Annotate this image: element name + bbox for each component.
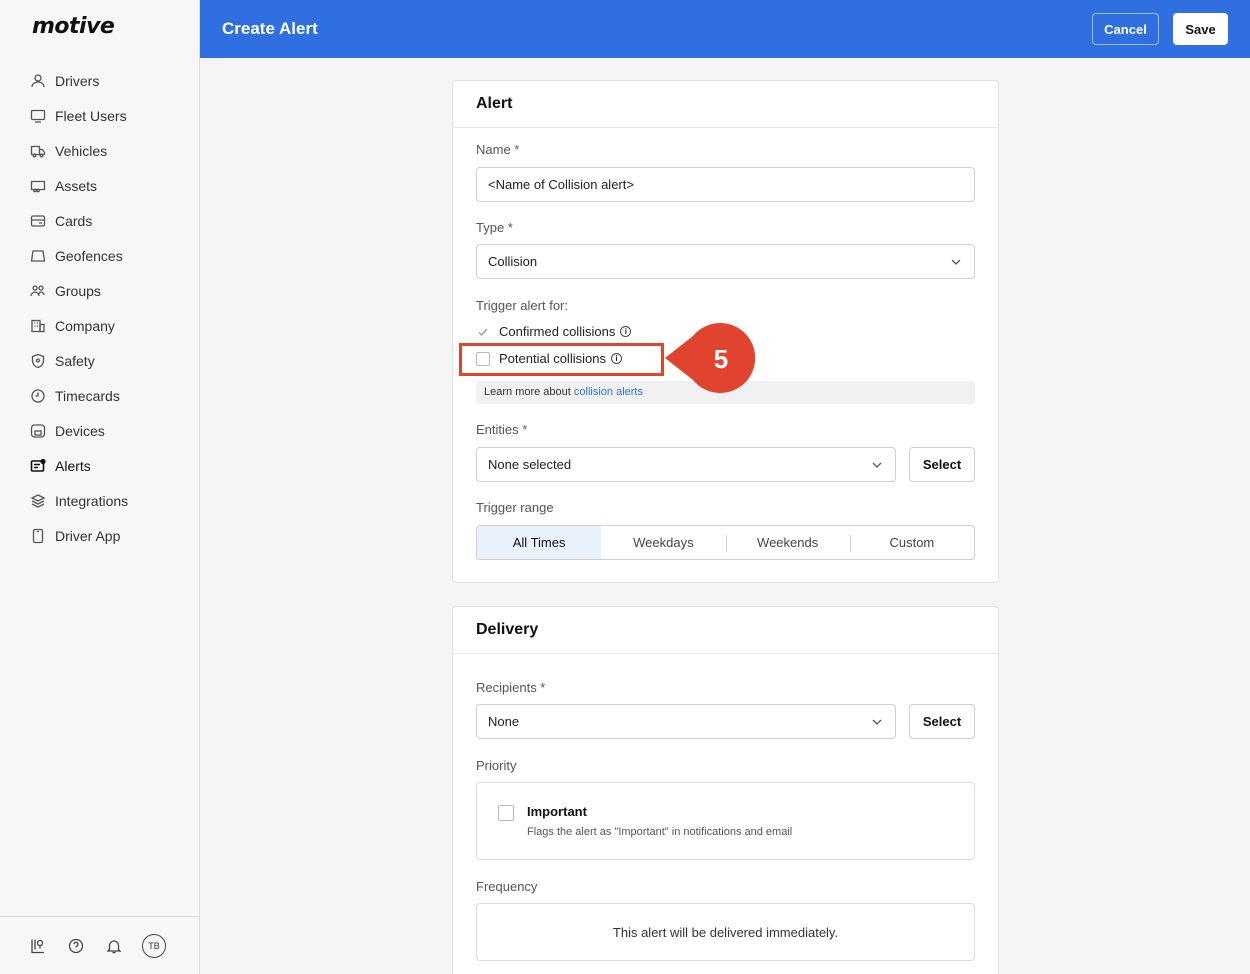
info-icon[interactable]: i	[620, 326, 632, 337]
clock-icon	[30, 388, 46, 404]
building-icon	[30, 318, 46, 334]
annotation-highlight	[459, 343, 664, 376]
entities-select-value: None selected	[488, 457, 572, 472]
sidebar-item-alerts[interactable]: Alerts	[0, 448, 200, 483]
sidebar-item-timecards[interactable]: Timecards	[0, 378, 200, 413]
truck-icon	[30, 143, 46, 159]
name-field[interactable]: <Name of Collision alert>	[476, 167, 975, 202]
type-label: Type *	[476, 220, 513, 235]
confirmed-collisions-label: Confirmed collisions	[499, 324, 616, 339]
sidebar: motive Drivers Fleet Users Vehicles Asse…	[0, 0, 200, 974]
recipients-select-value: None	[488, 714, 520, 729]
sidebar-item-label: Groups	[55, 282, 101, 299]
layers-icon	[30, 493, 46, 509]
confirmed-collisions-option[interactable]: Confirmed collisions i	[476, 324, 632, 339]
frequency-box: This alert will be delivered immediately…	[476, 903, 975, 961]
important-checkbox[interactable]	[498, 805, 514, 821]
important-title: Important	[527, 804, 587, 819]
check-icon	[476, 325, 490, 339]
phone-icon	[30, 528, 46, 544]
sidebar-item-label: Alerts	[55, 457, 91, 474]
sidebar-item-geofences[interactable]: Geofences	[0, 238, 200, 273]
sidebar-item-label: Timecards	[55, 387, 120, 404]
sidebar-item-label: Driver App	[55, 527, 121, 544]
entities-select-button[interactable]: Select	[909, 447, 975, 482]
recipients-select-button[interactable]: Select	[909, 704, 975, 739]
sidebar-item-drivers[interactable]: Drivers	[0, 63, 200, 98]
priority-option[interactable]: Important Flags the alert as "Important"…	[476, 782, 975, 860]
sidebar-item-fleet-users[interactable]: Fleet Users	[0, 98, 200, 133]
frequency-label: Frequency	[476, 879, 538, 894]
name-field-value: <Name of Collision alert>	[488, 177, 634, 192]
collision-alerts-link[interactable]: collision alerts	[574, 386, 643, 398]
sidebar-item-label: Drivers	[55, 72, 100, 89]
sidebar-item-safety[interactable]: Safety	[0, 343, 200, 378]
sidebar-item-assets[interactable]: Assets	[0, 168, 200, 203]
entities-label: Entities *	[476, 422, 528, 437]
sidebar-item-groups[interactable]: Groups	[0, 273, 200, 308]
delivery-card: Delivery Recipients * None Select Priori…	[452, 606, 999, 974]
sidebar-item-label: Integrations	[55, 492, 129, 509]
recipients-select[interactable]: None	[476, 704, 896, 739]
sidebar-item-driver-app[interactable]: Driver App	[0, 518, 200, 553]
groups-icon	[30, 283, 46, 299]
sidebar-footer: TB	[0, 916, 200, 974]
trigger-range-label: Trigger range	[476, 500, 554, 515]
sidebar-item-label: Devices	[55, 422, 105, 439]
alerts-icon	[30, 458, 46, 474]
help-icon[interactable]	[66, 936, 86, 956]
range-custom[interactable]: Custom	[849, 526, 974, 559]
step-badge: 5	[665, 323, 756, 393]
alert-card-title: Alert	[453, 81, 998, 128]
avatar[interactable]: TB	[142, 933, 166, 958]
trigger-range-segmented: All Times Weekdays Weekends Custom	[476, 525, 975, 560]
learn-more-text: Learn more about	[484, 386, 571, 398]
sidebar-item-label: Geofences	[55, 247, 123, 264]
sidebar-item-integrations[interactable]: Integrations	[0, 483, 200, 518]
sidebar-item-cards[interactable]: Cards	[0, 203, 200, 238]
type-select-value: Collision	[488, 254, 538, 269]
header-bar: Create Alert Cancel Save	[200, 0, 1250, 58]
frequency-text: This alert will be delivered immediately…	[612, 924, 839, 940]
chevron-down-icon	[871, 716, 883, 731]
sidebar-item-devices[interactable]: Devices	[0, 413, 200, 448]
range-all-times[interactable]: All Times	[477, 526, 602, 559]
motive-logo[interactable]: motive	[32, 14, 115, 39]
trailer-icon	[30, 178, 46, 194]
sidebar-item-label: Company	[55, 317, 115, 334]
range-weekends[interactable]: Weekends	[725, 526, 850, 559]
shield-icon	[30, 353, 46, 369]
sidebar-item-label: Vehicles	[55, 142, 108, 159]
sidebar-item-label: Assets	[55, 177, 98, 194]
delivery-card-title: Delivery	[453, 607, 998, 654]
sidebar-item-label: Safety	[55, 352, 95, 369]
recipients-label: Recipients *	[476, 680, 546, 695]
type-select[interactable]: Collision	[476, 244, 975, 279]
map-icon[interactable]	[28, 936, 48, 956]
card-icon	[30, 213, 46, 229]
person-icon	[30, 73, 46, 89]
range-weekdays[interactable]: Weekdays	[601, 526, 725, 559]
step-number: 5	[714, 344, 728, 374]
important-description: Flags the alert as "Important" in notifi…	[527, 826, 793, 838]
geofence-icon	[30, 248, 46, 264]
chevron-down-icon	[871, 459, 883, 474]
bell-icon[interactable]	[104, 936, 124, 956]
sidebar-item-vehicles[interactable]: Vehicles	[0, 133, 200, 168]
trigger-label: Trigger alert for:	[476, 298, 568, 313]
entities-select[interactable]: None selected	[476, 447, 896, 482]
priority-label: Priority	[476, 758, 517, 773]
monitor-icon	[30, 108, 46, 124]
name-label: Name *	[476, 142, 520, 157]
sidebar-item-company[interactable]: Company	[0, 308, 200, 343]
device-icon	[30, 423, 46, 439]
page-title: Create Alert	[222, 19, 318, 38]
cancel-button[interactable]: Cancel	[1092, 13, 1159, 45]
sidebar-nav: Drivers Fleet Users Vehicles Assets Card…	[0, 63, 200, 553]
save-button[interactable]: Save	[1173, 13, 1228, 45]
chevron-down-icon	[950, 256, 962, 271]
sidebar-item-label: Cards	[55, 212, 93, 229]
sidebar-item-label: Fleet Users	[55, 107, 127, 124]
